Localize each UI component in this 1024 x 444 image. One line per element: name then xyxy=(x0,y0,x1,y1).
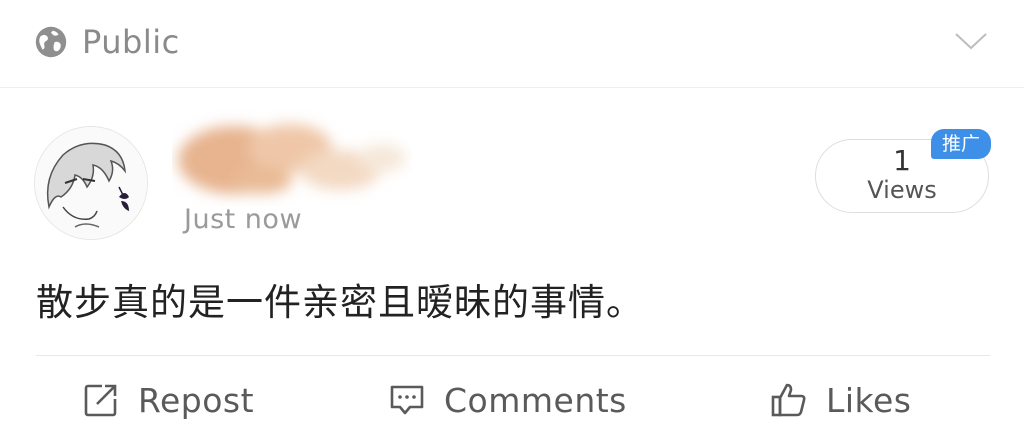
views-label: Views xyxy=(867,176,937,204)
post-header-bar: Public xyxy=(0,0,1024,88)
promote-badge[interactable]: 推广 xyxy=(931,129,991,159)
avatar[interactable] xyxy=(34,126,148,240)
comments-label: Comments xyxy=(444,380,627,420)
post-content-text: 散步真的是一件亲密且暧昧的事情。 xyxy=(36,281,644,324)
post-action-bar: Repost Comments Likes xyxy=(0,356,1024,444)
comment-icon xyxy=(390,385,424,415)
comments-button[interactable]: Comments xyxy=(388,380,627,420)
avatar-illustration xyxy=(35,127,147,239)
repost-button[interactable]: Repost xyxy=(82,380,254,420)
username-redacted xyxy=(178,124,406,194)
likes-label: Likes xyxy=(826,380,912,420)
post-timestamp: Just now xyxy=(184,204,303,235)
visibility-selector[interactable]: Public xyxy=(32,22,180,62)
visibility-label: Public xyxy=(82,23,180,61)
repost-label: Repost xyxy=(138,380,255,420)
likes-button[interactable]: Likes xyxy=(770,380,911,420)
chevron-down-icon[interactable] xyxy=(954,30,988,52)
repost-icon xyxy=(84,384,117,417)
thumbs-up-icon xyxy=(771,383,806,417)
globe-icon xyxy=(35,26,67,58)
